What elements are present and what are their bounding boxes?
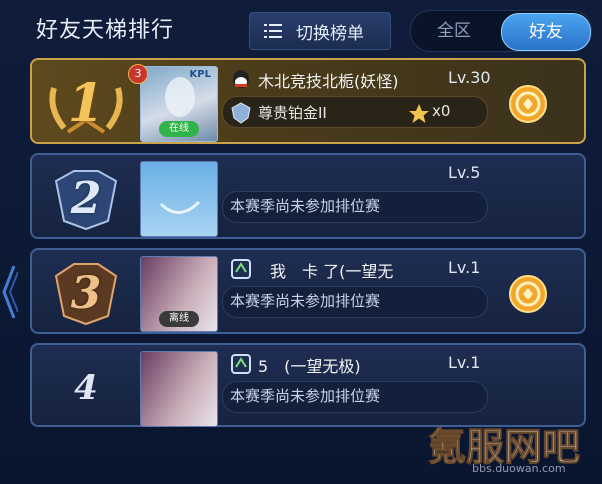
avatar[interactable] <box>140 161 218 237</box>
ranking-row-1[interactable]: 1 KPL 在线 3 木北竞技北栀(妖怪) Lv.30 尊贵铂金II x0 <box>30 58 586 144</box>
rank-number: 1 <box>67 72 105 134</box>
player-level: Lv.30 <box>448 68 491 87</box>
ranking-row-3[interactable]: 3 离线 我 卡 了(一望无 Lv.1 本赛季尚未参加排位赛 <box>30 248 586 334</box>
page-title: 好友天梯排行 <box>36 18 175 43</box>
switch-leaderboard-button[interactable]: 切换榜单 <box>249 12 391 50</box>
rank-badge-bronze: 3 <box>44 258 128 328</box>
season-note: 本赛季尚未参加排位赛 <box>230 197 381 215</box>
wechat-game-icon <box>231 259 251 279</box>
player-level: Lv.1 <box>448 353 481 372</box>
avatar[interactable]: 离线 <box>140 256 218 332</box>
avatar-figure <box>165 77 195 117</box>
online-status-badge: 在线 <box>159 121 199 137</box>
kpl-tag: KPL <box>189 69 211 80</box>
wechat-game-icon <box>231 354 251 374</box>
rank-badge-silver: 2 <box>44 163 128 233</box>
qq-icon <box>233 70 249 88</box>
watermark-url: bbs.duowan.com <box>472 462 566 475</box>
list-icon <box>264 24 282 38</box>
player-name: 5 (一望无极) <box>258 357 361 376</box>
player-name: 我 卡 了(一望无 <box>270 262 394 281</box>
player-name: 木北竞技北栀(妖怪) <box>258 72 399 91</box>
rank-tier: 尊贵铂金II <box>258 104 327 122</box>
gift-coin-icon[interactable] <box>508 274 548 314</box>
switch-leaderboard-label: 切换榜单 <box>296 23 364 44</box>
tab-friends[interactable]: 好友 <box>501 13 591 51</box>
gift-coin-icon[interactable] <box>508 84 548 124</box>
avatar[interactable]: KPL 在线 <box>140 66 218 142</box>
scope-toggle: 全区 好友 <box>410 10 592 52</box>
avatar[interactable] <box>140 351 218 427</box>
star-icon <box>409 104 429 123</box>
header: 好友天梯排行 切换榜单 全区 好友 <box>0 0 602 56</box>
rank-number: 3 <box>70 267 102 319</box>
tab-all-server[interactable]: 全区 <box>411 11 497 51</box>
season-note: 本赛季尚未参加排位赛 <box>230 292 381 310</box>
collapse-arrow-icon[interactable] <box>0 262 18 322</box>
rank-number: 2 <box>70 172 102 224</box>
rank-badge-plain: 4 <box>44 353 128 423</box>
season-note: 本赛季尚未参加排位赛 <box>230 387 381 405</box>
star-count: x0 <box>432 102 451 120</box>
offline-status-badge: 离线 <box>159 311 199 327</box>
moon-sky-image <box>159 200 201 214</box>
player-level: Lv.5 <box>448 163 481 182</box>
platinum-rank-icon <box>231 102 251 124</box>
watermark: 氪服网吧 bbs.duowan.com <box>418 412 602 484</box>
ranking-row-2[interactable]: 2 Lv.5 本赛季尚未参加排位赛 <box>30 153 586 239</box>
rank-badge-gold: 1 <box>44 68 128 138</box>
level-badge: 3 <box>128 64 148 84</box>
player-level: Lv.1 <box>448 258 481 277</box>
rank-number: 4 <box>74 368 98 408</box>
